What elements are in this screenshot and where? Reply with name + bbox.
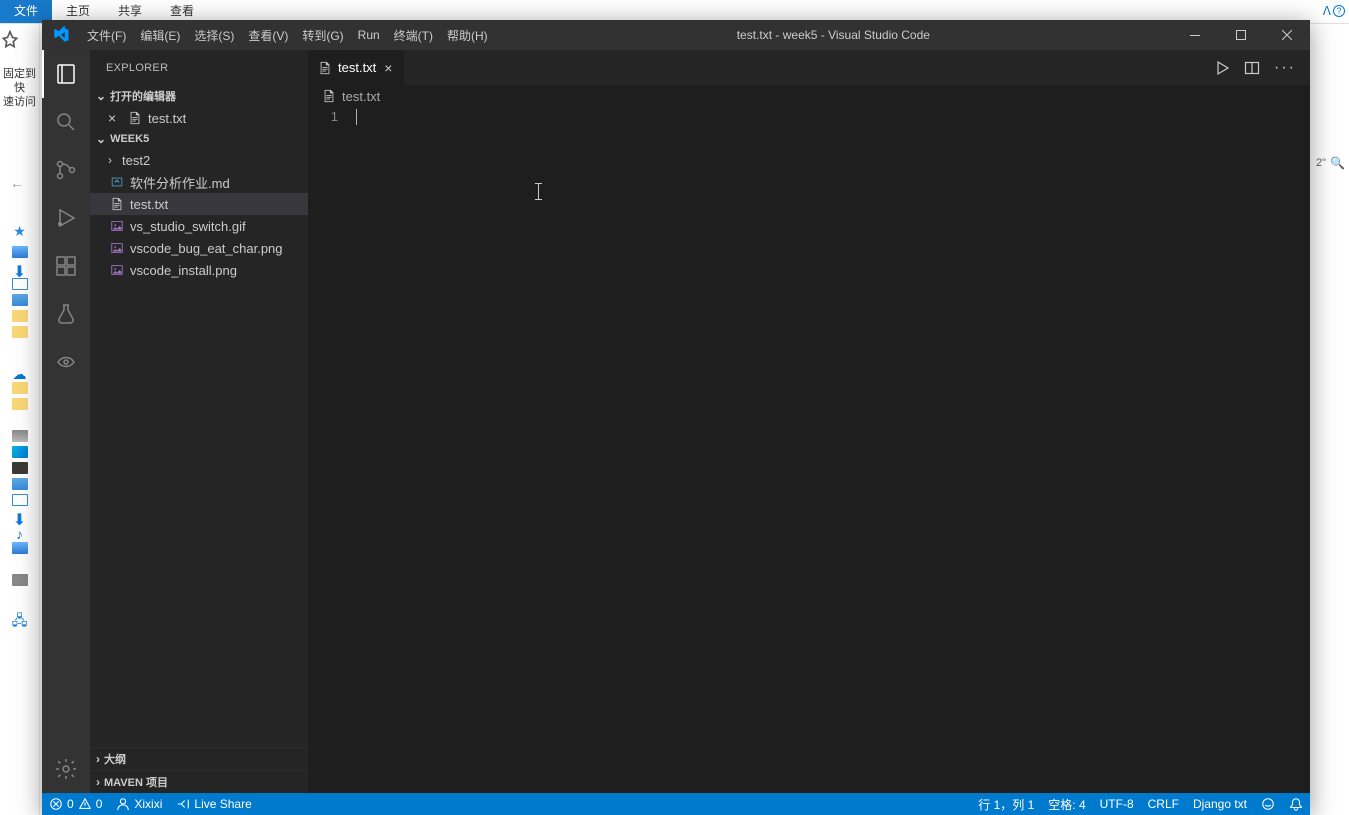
status-problems[interactable]: 0 0 [42,797,109,811]
section-maven[interactable]: › MAVEN 项目 [90,770,308,793]
chevron-down-icon: ⌄ [96,89,106,103]
window-close-button[interactable] [1264,20,1310,50]
downloads-icon[interactable]: ⬇ [12,262,28,274]
pictures-icon[interactable] [12,294,28,306]
tree-file-png1[interactable]: vscode_bug_eat_char.png [90,237,308,259]
activity-extensions[interactable] [42,242,90,290]
breadcrumb[interactable]: test.txt [308,85,1310,107]
line-numbers: 1 [308,107,356,793]
tree-file-png2[interactable]: vscode_install.png [90,259,308,281]
split-editor-icon[interactable] [1244,60,1260,76]
menu-go[interactable]: 转到(G) [295,27,350,44]
onedrive-icon[interactable]: ☁ [12,366,28,378]
editor-tabs: test.txt × ··· [308,50,1310,85]
3d-objects-icon[interactable] [12,446,28,458]
activity-liveshare[interactable] [42,338,90,386]
section-outline[interactable]: › 大纲 [90,747,308,770]
status-liveshare[interactable]: Live Share [169,797,258,811]
folder-icon-2[interactable] [12,326,28,338]
documents-folder-icon[interactable] [12,494,28,506]
vscode-window: 文件(F) 编辑(E) 选择(S) 查看(V) 转到(G) Run 终端(T) … [42,20,1310,815]
status-user[interactable]: Xixixi [109,797,169,811]
window-minimize-button[interactable] [1172,20,1218,50]
chevron-right-icon: › [108,153,120,167]
folder-icon-1[interactable] [12,310,28,322]
chevron-down-icon: ⌄ [96,132,106,146]
section-workspace[interactable]: ⌄ WEEK5 [90,129,308,149]
vscode-logo-icon [52,26,70,44]
status-eol[interactable]: CRLF [1141,797,1186,811]
activity-source-control[interactable] [42,146,90,194]
menu-file[interactable]: 文件(F) [80,27,133,44]
status-language[interactable]: Django txt [1186,797,1254,811]
text-file-icon [318,61,332,75]
pictures-folder-icon[interactable] [12,478,28,490]
tree-file-gif[interactable]: vs_studio_switch.gif [90,215,308,237]
code-editor[interactable]: 1 [308,107,1310,793]
activity-settings[interactable] [42,745,90,793]
menu-selection[interactable]: 选择(S) [187,27,241,44]
tab-close-icon[interactable]: × [382,60,394,76]
statusbar: 0 0 Xixixi Live Share 行 1，列 1 空格: 4 UTF-… [42,793,1310,815]
pin-icon [0,30,20,50]
chevron-right-icon: › [96,775,100,789]
sidebar-title: EXPLORER [90,50,308,85]
tree-file-md[interactable]: 软件分析作业.md [90,171,308,193]
ribbon-collapse-controls[interactable]: ᐱ? [1323,4,1345,18]
videos-icon[interactable] [12,462,28,474]
status-position[interactable]: 行 1，列 1 [971,796,1041,813]
status-encoding[interactable]: UTF-8 [1093,797,1141,811]
image-file-icon [108,241,126,255]
menu-run[interactable]: Run [351,28,387,42]
titlebar: 文件(F) 编辑(E) 选择(S) 查看(V) 转到(G) Run 终端(T) … [42,20,1310,50]
menu-terminal[interactable]: 终端(T) [387,27,440,44]
activity-search[interactable] [42,98,90,146]
tree-file-test-txt[interactable]: test.txt [90,193,308,215]
desktop-folder-icon[interactable] [12,542,28,554]
editor-area: test.txt × ··· test.txt 1 [308,50,1310,793]
activity-run-debug[interactable] [42,194,90,242]
status-feedback[interactable] [1254,797,1282,811]
tab-label: test.txt [338,60,376,75]
status-notifications[interactable] [1282,797,1310,811]
markdown-file-icon [108,175,126,189]
text-file-icon [322,89,336,103]
mouse-text-cursor-icon [538,183,539,200]
run-file-icon[interactable] [1214,60,1230,76]
close-editor-icon[interactable]: × [108,110,122,126]
activity-testing[interactable] [42,290,90,338]
thispc-icon[interactable] [12,430,28,442]
explorer-search-box[interactable]: 2" 🔍 [1316,156,1345,170]
desktop-icon[interactable] [12,246,28,258]
status-spaces[interactable]: 空格: 4 [1041,796,1092,813]
downloads-folder-icon[interactable]: ⬇ [12,510,28,522]
sidebar-explorer: EXPLORER ⌄ 打开的编辑器 × test.txt ⌄ WEEK5 › t… [90,50,308,793]
menu-view[interactable]: 查看(V) [241,27,295,44]
window-title: test.txt - week5 - Visual Studio Code [495,28,1172,42]
menu-edit[interactable]: 编辑(E) [133,27,187,44]
section-open-editors[interactable]: ⌄ 打开的编辑器 [90,85,308,107]
more-actions-icon[interactable]: ··· [1274,59,1296,77]
quick-access-label: 固定到快速访问 [0,67,39,109]
window-maximize-button[interactable] [1218,20,1264,50]
text-file-icon [126,111,144,125]
back-arrow-icon[interactable]: ← [0,169,39,197]
tree-folder-test2[interactable]: › test2 [90,149,308,171]
network-icon[interactable]: 🖧 [12,610,28,622]
drive-icon[interactable] [12,574,28,586]
folder-icon-3[interactable] [12,382,28,394]
folder-icon-4[interactable] [12,398,28,410]
editor-cursor [356,109,357,125]
breadcrumb-file: test.txt [342,89,380,104]
quick-access-star-icon[interactable]: ★ [0,223,39,240]
chevron-right-icon: › [96,752,100,766]
activitybar [42,50,90,793]
image-file-icon [108,263,126,277]
text-file-icon [108,197,126,211]
activity-explorer[interactable] [42,50,90,98]
open-editor-item[interactable]: × test.txt [90,107,308,129]
menu-help[interactable]: 帮助(H) [440,27,495,44]
editor-tab-test-txt[interactable]: test.txt × [308,50,405,85]
image-file-icon [108,219,126,233]
